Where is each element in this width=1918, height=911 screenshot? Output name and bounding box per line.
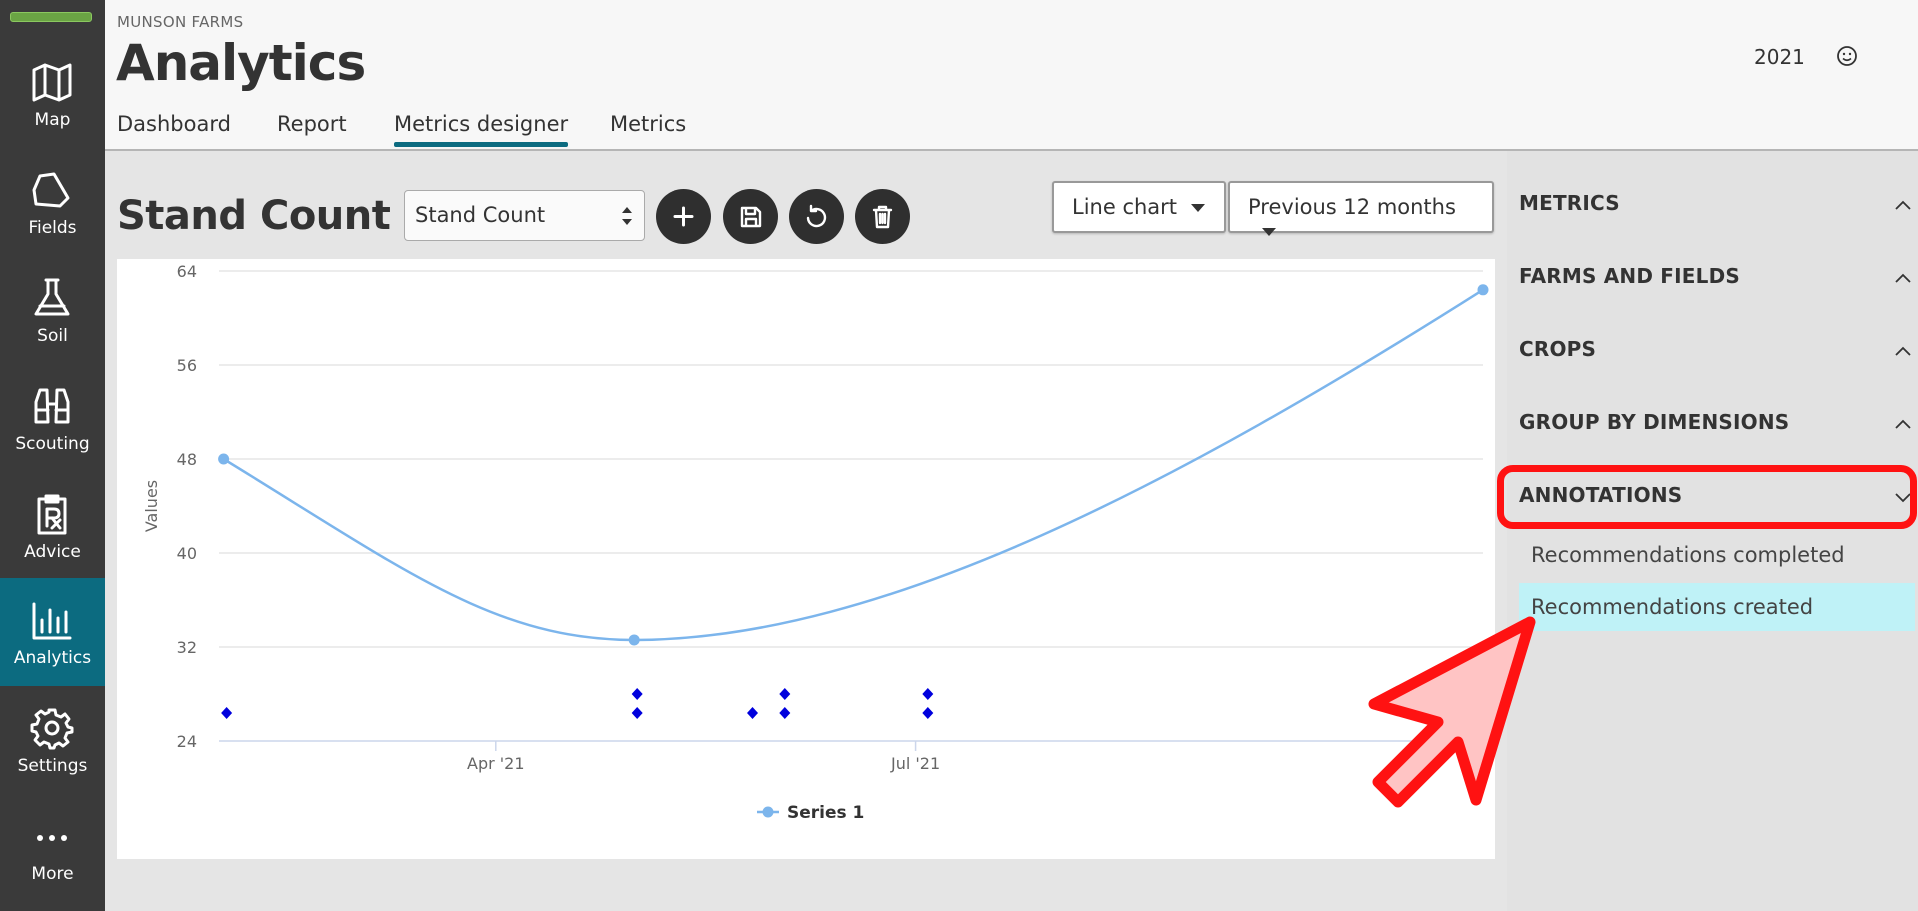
sidebar-item-soil[interactable]: Soil <box>0 256 105 364</box>
annotation-marker <box>631 707 643 719</box>
data-point <box>218 453 230 465</box>
x-tick-label: Jul '21 <box>890 754 940 773</box>
annotation-marker <box>631 688 643 700</box>
series-line <box>222 288 1484 642</box>
save-icon <box>740 206 762 228</box>
y-tick-label: 32 <box>177 638 197 657</box>
gear-icon <box>30 708 74 750</box>
tab-dashboard[interactable]: Dashboard <box>117 112 231 136</box>
x-tick-label: Apr '21 <box>467 754 525 773</box>
legend-label: Series 1 <box>787 803 864 823</box>
chevron-up-icon <box>1895 273 1911 283</box>
chart-type-value: Line chart <box>1072 195 1178 219</box>
section-label: GROUP BY DIMENSIONS <box>1519 410 1790 434</box>
period-value: Previous 12 months <box>1248 195 1456 219</box>
caret-down-icon <box>1191 204 1206 212</box>
annotation-marker <box>747 707 759 719</box>
chevron-down-icon <box>1895 493 1911 503</box>
delete-metric-button[interactable] <box>855 189 910 244</box>
chart-type-dropdown[interactable]: Line chart <box>1052 181 1226 233</box>
legend-marker <box>762 806 774 818</box>
sidebar-item-settings[interactable]: Settings <box>0 686 105 794</box>
sidebar-item-label: Soil <box>37 326 68 346</box>
section-group-by-dimensions[interactable]: GROUP BY DIMENSIONS <box>1519 410 1918 450</box>
flask-icon <box>34 278 70 316</box>
sidebar: Map Fields Soil Scouting Advice Analytic… <box>0 0 105 911</box>
tab-metrics[interactable]: Metrics <box>610 112 686 136</box>
page-header: MUNSON FARMS Analytics Dashboard Report … <box>105 0 1918 151</box>
data-point <box>628 634 640 646</box>
y-tick-label: 40 <box>177 544 197 563</box>
section-label: METRICS <box>1519 191 1620 215</box>
chevron-up-icon <box>1895 419 1911 429</box>
sidebar-item-advice[interactable]: Advice <box>0 472 105 580</box>
sidebar-item-label: Analytics <box>13 648 92 668</box>
sidebar-item-label: Settings <box>17 756 88 776</box>
chevron-up-icon <box>1895 346 1911 356</box>
sidebar-item-label: More <box>31 864 74 884</box>
y-tick-label: 48 <box>177 450 197 469</box>
sidebar-item-label: Fields <box>28 218 77 238</box>
annotation-marker <box>221 707 233 719</box>
line-chart: 24 32 40 48 56 64 Values Apr '21 Jul '21 Series 1 <box>142 262 1489 823</box>
y-axis-title: Values <box>142 480 161 532</box>
prescription-icon <box>37 494 67 535</box>
annotation-marker <box>779 688 791 700</box>
annotation-marker <box>922 688 934 700</box>
sidebar-item-label: Scouting <box>15 434 90 454</box>
data-point <box>1477 284 1489 296</box>
sidebar-item-label: Map <box>34 110 71 130</box>
metric-select-value: Stand Count <box>415 203 546 227</box>
section-label: ANNOTATIONS <box>1519 483 1683 507</box>
section-annotations[interactable]: ANNOTATIONS <box>1519 483 1918 523</box>
tab-report[interactable]: Report <box>277 112 347 136</box>
map-icon <box>32 63 72 102</box>
y-tick-label: 24 <box>177 732 197 751</box>
trash-icon <box>872 205 893 229</box>
section-label: CROPS <box>1519 337 1597 361</box>
y-tick-label: 56 <box>177 356 197 375</box>
binoculars-icon <box>34 388 70 424</box>
section-farms-and-fields[interactable]: FARMS AND FIELDS <box>1519 264 1918 304</box>
annotation-item-recommendations-created[interactable]: Recommendations created <box>1519 583 1915 631</box>
filter-panel: METRICS FARMS AND FIELDS CROPS GROUP BY … <box>1507 151 1918 911</box>
farm-name: MUNSON FARMS <box>117 13 244 31</box>
bar-chart-icon <box>32 602 72 640</box>
field-icon <box>32 172 70 208</box>
sidebar-item-label: Advice <box>24 542 81 562</box>
year-selector[interactable]: 2021 <box>1754 45 1805 69</box>
section-label: FARMS AND FIELDS <box>1519 264 1741 288</box>
period-dropdown[interactable]: Previous 12 months <box>1228 181 1494 236</box>
select-arrows-icon <box>622 207 632 225</box>
caret-down-icon <box>1262 228 1276 236</box>
sidebar-item-more[interactable]: More <box>0 794 105 902</box>
annotation-item-recommendations-completed[interactable]: Recommendations completed <box>1519 531 1915 579</box>
plus-icon <box>673 206 694 227</box>
feedback-smiley-icon[interactable] <box>1835 44 1859 68</box>
sidebar-item-scouting[interactable]: Scouting <box>0 364 105 472</box>
reset-metric-button[interactable] <box>789 189 844 244</box>
page-title: Analytics <box>116 34 366 92</box>
y-tick-label: 64 <box>177 262 197 281</box>
chevron-up-icon <box>1895 200 1911 210</box>
chart-card: 24 32 40 48 56 64 Values Apr '21 Jul '21 Series 1 <box>117 259 1495 859</box>
metric-select[interactable]: Stand Count <box>404 190 645 241</box>
tab-metrics-designer[interactable]: Metrics designer <box>394 112 569 147</box>
section-metrics[interactable]: METRICS <box>1519 191 1918 231</box>
sidebar-item-analytics[interactable]: Analytics <box>0 578 105 686</box>
add-metric-button[interactable] <box>656 189 711 244</box>
save-metric-button[interactable] <box>723 189 778 244</box>
sidebar-item-fields[interactable]: Fields <box>0 148 105 256</box>
ellipsis-icon <box>37 835 67 841</box>
annotation-marker <box>779 707 791 719</box>
annotation-marker <box>922 707 934 719</box>
logo-bar <box>10 12 92 22</box>
sidebar-item-map[interactable]: Map <box>0 40 105 148</box>
metric-title: Stand Count <box>117 193 391 239</box>
undo-icon <box>806 204 827 228</box>
section-crops[interactable]: CROPS <box>1519 337 1918 377</box>
